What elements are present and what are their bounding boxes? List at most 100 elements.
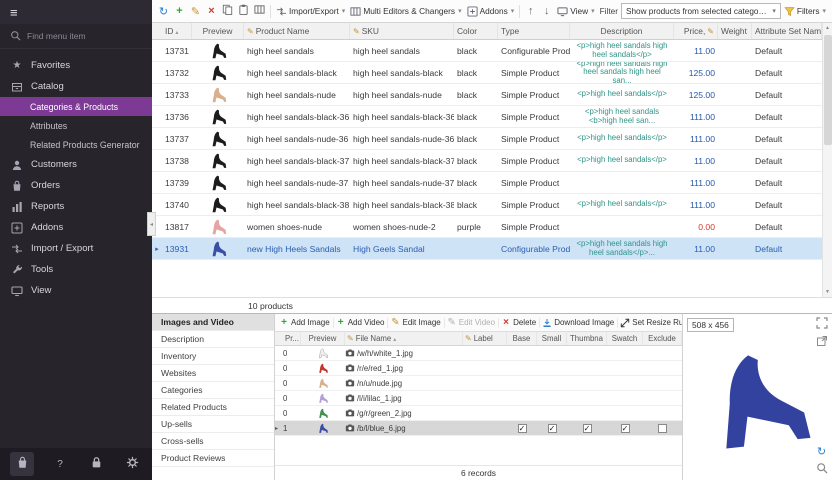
small-checkbox-cell[interactable] — [537, 391, 567, 405]
images-toolbar-button[interactable]: Set Resize Rule — [620, 318, 682, 328]
product-row[interactable]: 13737 high heel sandals-nude-36 high hee… — [152, 128, 822, 150]
sidebar-item[interactable]: Attributes — [0, 116, 152, 135]
images-toolbar-button[interactable]: ✎ Edit Video — [447, 318, 499, 328]
exclude-checkbox-cell[interactable] — [643, 376, 682, 390]
image-row[interactable]: ▸ 1 /b/l/blue_6.jpg ✓ ✓ ✓ ✓ — [275, 421, 682, 436]
swatch-checkbox-cell[interactable]: ✓ — [607, 421, 643, 435]
column-header-preview[interactable]: Preview — [192, 23, 244, 39]
exclude-checkbox-cell[interactable] — [643, 406, 682, 420]
base-checkbox-cell[interactable] — [507, 376, 537, 390]
toolbar-button[interactable]: ↓ — [539, 3, 554, 19]
toolbar-button[interactable] — [220, 3, 235, 19]
column-header-type[interactable]: Type — [498, 23, 570, 39]
base-checkbox-cell[interactable] — [507, 361, 537, 375]
toolbar-button[interactable]: ↻ — [156, 3, 171, 19]
detail-tab[interactable]: Cross-sells — [152, 433, 274, 450]
detail-tab[interactable]: Related Products — [152, 399, 274, 416]
column-header-small[interactable]: Small — [537, 332, 567, 345]
row-expander[interactable] — [152, 106, 162, 127]
thumbnail-checkbox-cell[interactable] — [567, 346, 607, 360]
small-checkbox-cell[interactable]: ✓ — [537, 421, 567, 435]
row-expander[interactable] — [152, 84, 162, 105]
scroll-down-arrow[interactable] — [823, 287, 832, 297]
images-toolbar-button[interactable]: + Add Image — [279, 318, 334, 328]
image-row[interactable]: 0 /w/h/white_1.jpg — [275, 346, 682, 361]
exclude-checkbox-cell[interactable] — [643, 361, 682, 375]
exclude-checkbox-cell[interactable] — [643, 346, 682, 360]
images-toolbar-button[interactable]: Download Image — [542, 318, 618, 328]
column-header-attribute-set[interactable]: Attribute Set Name — [752, 23, 822, 39]
view-menu[interactable]: View — [555, 5, 596, 18]
product-row[interactable]: 13736 high heel sandals-black-36 high he… — [152, 106, 822, 128]
thumbnail-checkbox-cell[interactable] — [567, 391, 607, 405]
column-header-thumbnail[interactable]: Thumbna — [567, 332, 607, 345]
sidebar-item[interactable]: Customers — [0, 154, 152, 175]
toolbar-button[interactable] — [252, 3, 267, 19]
column-header-product-name[interactable]: ✎ Product Name — [244, 23, 350, 39]
detail-tab[interactable]: Images and Video — [152, 314, 274, 331]
swatch-checkbox-cell[interactable] — [607, 391, 643, 405]
column-header-priority[interactable]: Pr... — [283, 332, 301, 345]
menu-toggle-button[interactable]: ≡ — [0, 0, 152, 24]
product-row[interactable]: 13731 high heel sandals high heel sandal… — [152, 40, 822, 62]
base-checkbox-cell[interactable] — [507, 391, 537, 405]
column-header-id[interactable]: ID — [162, 23, 192, 39]
small-checkbox-cell[interactable] — [537, 376, 567, 390]
sidebar-item[interactable]: Import / Export — [0, 238, 152, 259]
detail-tab[interactable]: Categories — [152, 382, 274, 399]
thumbnail-checkbox-cell[interactable] — [567, 361, 607, 375]
base-checkbox-cell[interactable]: ✓ — [507, 421, 537, 435]
row-expander[interactable] — [152, 128, 162, 149]
image-row[interactable]: 0 /n/u/nude.jpg — [275, 376, 682, 391]
images-toolbar-button[interactable]: ✎ Edit Image — [390, 318, 444, 328]
swatch-checkbox-cell[interactable] — [607, 361, 643, 375]
column-header-exclude[interactable]: Exclude — [643, 332, 682, 345]
base-checkbox-cell[interactable] — [507, 406, 537, 420]
images-toolbar-button[interactable]: + Add Video — [336, 318, 389, 328]
column-header-base[interactable]: Base — [507, 332, 537, 345]
detail-tab[interactable]: Up-sells — [152, 416, 274, 433]
detail-tab[interactable]: Product Reviews — [152, 450, 274, 467]
product-row[interactable]: 13740 high heel sandals-black-38 high he… — [152, 194, 822, 216]
column-header-sku[interactable]: ✎ SKU — [350, 23, 454, 39]
category-filter-select[interactable]: Show products from selected categories — [621, 3, 781, 19]
detail-tab[interactable]: Websites — [152, 365, 274, 382]
import-export-menu[interactable]: Import/Export — [274, 5, 347, 18]
row-expander[interactable] — [152, 150, 162, 171]
image-row[interactable]: 0 /g/r/green_2.jpg — [275, 406, 682, 421]
column-header-description[interactable]: Description — [570, 23, 674, 39]
sidebar-bottom-button[interactable]: ? — [50, 454, 70, 474]
scroll-up-arrow[interactable] — [823, 23, 832, 33]
product-row[interactable]: 13739 high heel sandals-nude-37 high hee… — [152, 172, 822, 194]
exclude-checkbox-cell[interactable] — [643, 391, 682, 405]
preview-button[interactable]: ↻ — [814, 444, 829, 459]
preview-button[interactable] — [814, 335, 829, 350]
row-expander[interactable] — [152, 172, 162, 193]
toolbar-button[interactable]: + — [172, 3, 187, 19]
detail-tab[interactable]: Inventory — [152, 348, 274, 365]
sidebar-item[interactable]: Catalog — [0, 76, 152, 97]
exclude-checkbox-cell[interactable] — [643, 421, 682, 435]
images-toolbar-button[interactable]: × Delete — [501, 318, 540, 328]
small-checkbox-cell[interactable] — [537, 346, 567, 360]
row-expander[interactable] — [152, 40, 162, 61]
toolbar-button[interactable]: ✎ — [188, 3, 203, 19]
row-expander[interactable] — [152, 62, 162, 83]
base-checkbox-cell[interactable] — [507, 346, 537, 360]
sidebar-item[interactable]: View — [0, 280, 152, 301]
sidebar-item[interactable]: Orders — [0, 175, 152, 196]
toolbar-button[interactable]: × — [204, 3, 219, 19]
thumbnail-checkbox-cell[interactable] — [567, 376, 607, 390]
swatch-checkbox-cell[interactable] — [607, 346, 643, 360]
column-header-weight[interactable]: Weight — [718, 23, 752, 39]
small-checkbox-cell[interactable] — [537, 361, 567, 375]
product-row[interactable]: 13817 women shoes-nude women shoes-nude-… — [152, 216, 822, 238]
column-header-label[interactable]: ✎ Label — [463, 332, 507, 345]
column-header-image-preview[interactable]: Preview — [301, 332, 345, 345]
sidebar-item[interactable]: ★ Favorites — [0, 55, 152, 76]
column-header-file-name[interactable]: ✎ File Name — [345, 332, 463, 345]
product-row[interactable]: 13738 high heel sandals-black-37 high he… — [152, 150, 822, 172]
swatch-checkbox-cell[interactable] — [607, 376, 643, 390]
sidebar-item[interactable]: Addons — [0, 217, 152, 238]
column-header-color[interactable]: Color — [454, 23, 498, 39]
